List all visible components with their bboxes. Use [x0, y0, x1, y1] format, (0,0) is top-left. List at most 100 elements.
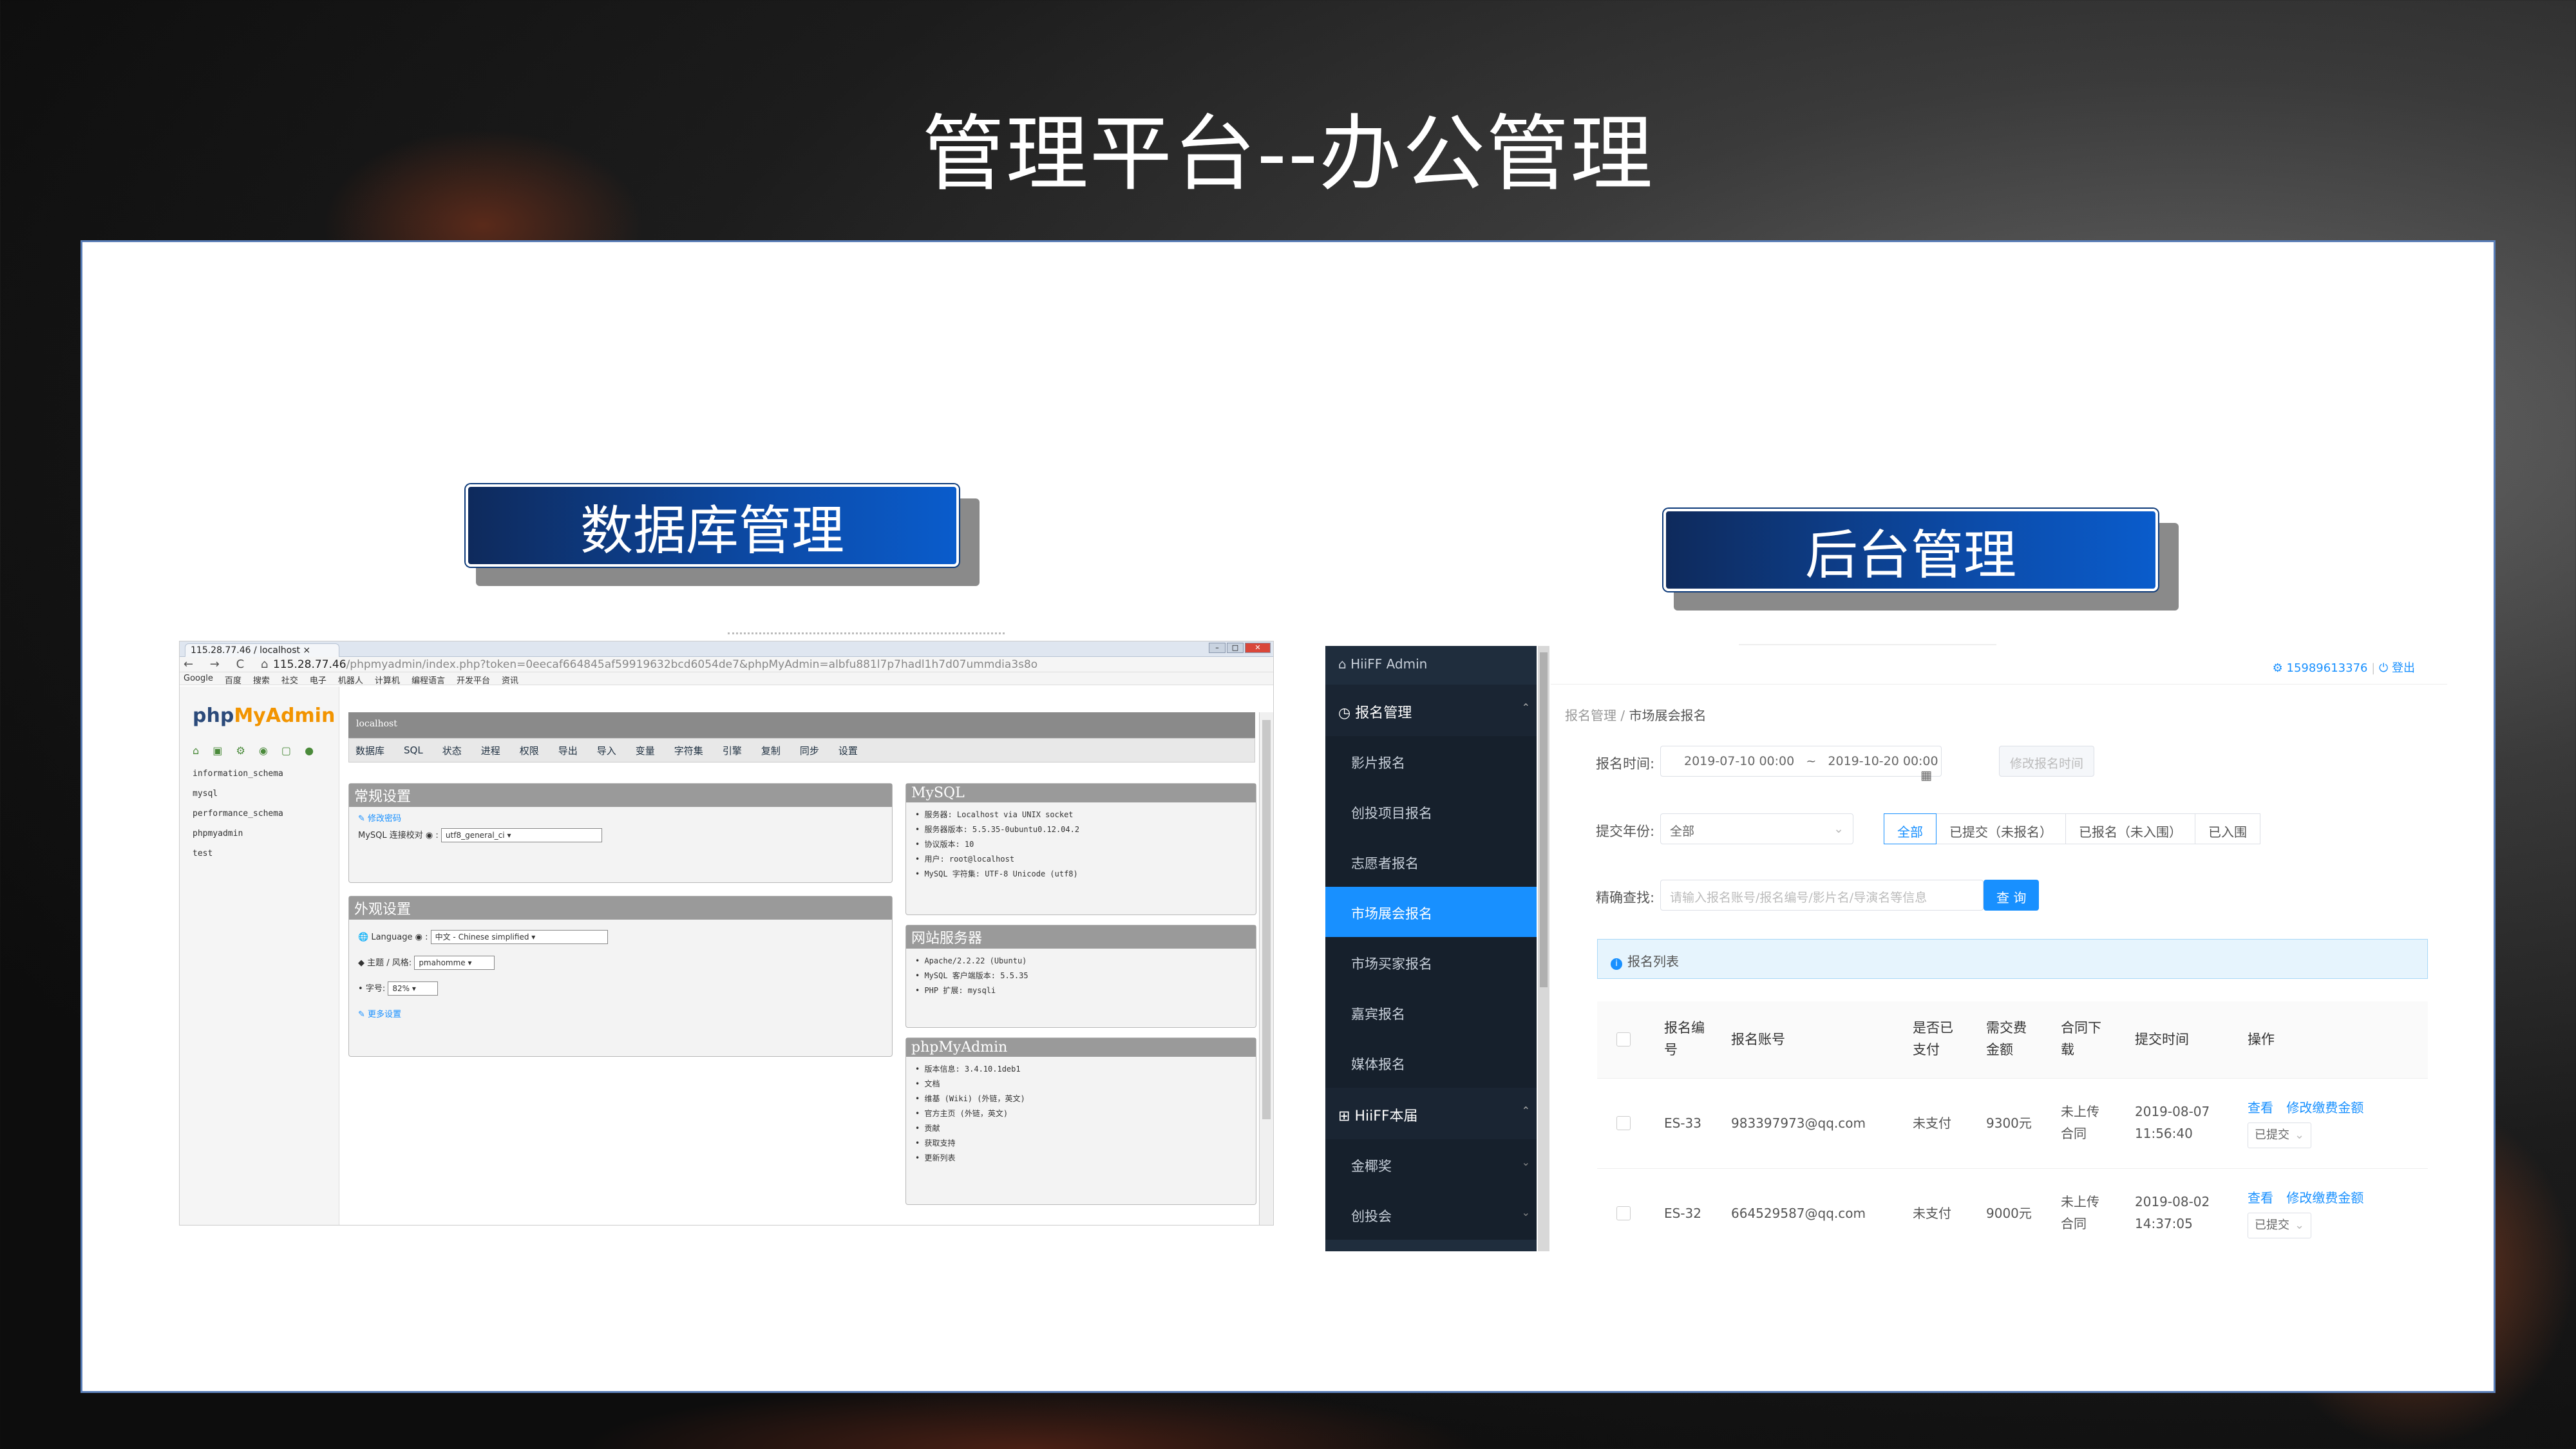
status-select[interactable]: 已提交 ⌄ [2248, 1122, 2312, 1148]
database-item[interactable]: test [193, 844, 283, 864]
sidebar-item[interactable]: 市场买家报名 [1325, 937, 1537, 987]
font-size-select[interactable]: 82% ▾ [388, 981, 439, 996]
admin-brand[interactable]: ⌂ HiiFF Admin [1325, 646, 1537, 685]
sidebar-item[interactable]: 创投项目报名 [1325, 786, 1537, 837]
info-line: • 维基 (Wiki) (外链，英文) [915, 1094, 1025, 1103]
label-text: 数据库管理 [466, 484, 959, 567]
browser-tab[interactable]: 115.28.77.46 / localhost × [185, 643, 339, 657]
logout-link[interactable]: ⏻ 登出 [2379, 661, 2415, 675]
minimize-icon[interactable]: – [1209, 643, 1226, 653]
webserver-info-list: • Apache/2.2.22 (Ubuntu) • MySQL 客户端版本: 5… [906, 949, 1256, 1003]
bookmark-item[interactable]: 计算机 [375, 674, 400, 686]
general-settings-box: 常规设置 ✎ 修改密码 MySQL 连接校对 ◉ : utf8_general_… [348, 783, 893, 883]
bookmark-item[interactable]: 搜索 [253, 674, 270, 686]
breadcrumb-root[interactable]: 报名管理 [1565, 708, 1616, 723]
select-all-checkbox[interactable] [1616, 1032, 1631, 1046]
maximize-icon[interactable]: □ [1227, 643, 1244, 653]
info-line: • 服务器: Localhost via UNIX socket [915, 810, 1074, 819]
pma-tab-item[interactable]: 权限 [520, 744, 539, 757]
status-value: 已提交 [2255, 1128, 2289, 1142]
home-icon[interactable]: ⌂ ▣ ⚙ ◉ ▢ ● [193, 744, 319, 757]
scrollbar[interactable] [1538, 646, 1549, 1251]
search-input[interactable]: 请输入报名账号/报名编号/影片名/导演名等信息 [1660, 880, 1984, 911]
phpmyadmin-screenshot: 115.28.77.46 / localhost × – □ ✕ ← → C ⌂ 1… [179, 641, 1274, 1226]
sidebar-group-current[interactable]: ⊞ HiiFF本届 ⌃ [1325, 1088, 1537, 1139]
collation-select[interactable]: utf8_general_ci ▾ [440, 828, 602, 842]
bookmark-item[interactable]: 资讯 [502, 674, 518, 686]
date-range-picker[interactable]: 2019-07-10 00:00 ~ 2019-10-20 00:00 ▦ [1660, 746, 1942, 782]
database-item[interactable]: phpmyadmin [193, 824, 283, 844]
scrollbar-thumb[interactable] [1262, 720, 1271, 1119]
info-line: • 文档 [915, 1079, 940, 1088]
pma-tab-item[interactable]: 导出 [558, 744, 578, 757]
database-item[interactable]: performance_schema [193, 804, 283, 824]
nav-icons[interactable]: ← → C ⌂ [184, 658, 274, 671]
edit-time-button[interactable]: 修改报名时间 [1999, 746, 2095, 777]
row-checkbox[interactable] [1616, 1206, 1631, 1220]
pma-tab-item[interactable]: 引擎 [723, 744, 742, 757]
bookmark-item[interactable]: 开发平台 [457, 674, 490, 686]
query-button[interactable]: 查 询 [1984, 880, 2040, 911]
info-line: • 更新列表 [915, 1153, 956, 1162]
pma-tab-item[interactable]: 导入 [597, 744, 616, 757]
sidebar-item[interactable]: 媒体报名 [1325, 1037, 1537, 1088]
pma-tab-item[interactable]: 复制 [761, 744, 781, 757]
pma-tab-item[interactable]: SQL [404, 744, 423, 756]
status-select[interactable]: 已提交 ⌄ [2248, 1213, 2312, 1238]
status-tab[interactable]: 已报名（未入围） [2065, 813, 2195, 844]
database-item[interactable]: information_schema [193, 764, 283, 784]
chevron-down-icon: ⌄ [1521, 1206, 1530, 1218]
view-link[interactable]: 查看 [2248, 1100, 2273, 1115]
list-title-bar: i 报名列表 [1597, 939, 2428, 979]
cell-paid: 未支付 [1913, 1206, 1951, 1221]
pma-logo: phpMyAdmin [193, 705, 336, 727]
language-select[interactable]: 中文 - Chinese simplified ▾ [430, 930, 608, 944]
table-row: ES-33 983397973@qq.com 未支付 9300元 未上传合同 2019-0… [1597, 1079, 2428, 1169]
row-checkbox[interactable] [1616, 1116, 1631, 1130]
sidebar-item[interactable]: 志愿者报名 [1325, 837, 1537, 887]
edit-fee-link[interactable]: 修改缴费金额 [2286, 1100, 2363, 1115]
sidebar-group-registration[interactable]: ◷ 报名管理 ⌃ [1325, 685, 1537, 736]
pma-tab-item[interactable]: 同步 [800, 744, 819, 757]
sidebar-item[interactable]: 市场展会报名 [1325, 887, 1537, 937]
pma-tab-item[interactable]: 状态 [442, 744, 462, 757]
sidebar-item[interactable]: 影片报名 [1325, 736, 1537, 786]
change-password-link[interactable]: ✎ 修改密码 [358, 812, 883, 826]
pma-info-box: phpMyAdmin • 版本信息: 3.4.10.1deb1 • 文档 • 维基 … [905, 1037, 1256, 1205]
year-select[interactable]: 全部 ⌄ [1660, 813, 1853, 844]
pma-tab-item[interactable]: 变量 [636, 744, 655, 757]
database-item[interactable]: mysql [193, 784, 283, 804]
bookmark-item[interactable]: 机器人 [338, 674, 363, 686]
view-link[interactable]: 查看 [2248, 1190, 2273, 1206]
status-tab[interactable]: 已提交（未报名） [1936, 813, 2066, 844]
more-settings-link[interactable]: ✎ 更多设置 [358, 1002, 883, 1028]
bookmark-item[interactable]: 编程语言 [412, 674, 445, 686]
sidebar-item[interactable]: 嘉宾报名 [1325, 987, 1537, 1037]
pma-tab-item[interactable]: 进程 [481, 744, 500, 757]
bookmark-item[interactable]: 百度 [225, 674, 242, 686]
pma-tab-item[interactable]: 设置 [838, 744, 858, 757]
edit-fee-link[interactable]: 修改缴费金额 [2286, 1190, 2363, 1206]
chevron-down-icon: ⌄ [1521, 1156, 1530, 1168]
breadcrumb[interactable]: localhost [348, 712, 1255, 738]
pma-main: localhost 数据库 SQL 状态 进程 权限 导出 导入 变量 字符集 引擎 复制 同步 设置 … [348, 712, 1256, 1225]
scrollbar-thumb[interactable] [1540, 652, 1548, 987]
url-text[interactable]: 115.28.77.46/phpmyadmin/index.php?token=… [273, 658, 1037, 671]
bookmark-item[interactable]: Google [184, 674, 213, 683]
pma-tab-item[interactable]: 字符集 [674, 744, 703, 757]
bookmark-item[interactable]: 电子 [310, 674, 327, 686]
status-tab[interactable]: 已入围 [2195, 813, 2260, 844]
table-row: ES-32 664529587@qq.com 未支付 9000元 未上传合同 2019-0… [1597, 1169, 2428, 1251]
address-bar[interactable]: ← → C ⌂ 115.28.77.46/phpmyadmin/index.ph… [180, 657, 1273, 672]
cell-time: 2019-08-07 11:56:40 [2135, 1101, 2210, 1144]
sidebar-item[interactable]: 金椰奖 ⌄ [1325, 1139, 1537, 1189]
cell-date: 2019-08-07 [2135, 1104, 2210, 1119]
scrollbar[interactable] [1259, 712, 1273, 1225]
close-icon[interactable]: ✕ [1245, 643, 1271, 653]
bookmark-item[interactable]: 社交 [281, 674, 298, 686]
status-tab[interactable]: 全部 [1884, 813, 1937, 844]
user-phone[interactable]: 15989613376 [2287, 661, 2368, 675]
sidebar-item[interactable]: 创投会 ⌄ [1325, 1189, 1537, 1240]
pma-tab-item[interactable]: 数据库 [355, 744, 384, 757]
theme-select[interactable]: pmahomme ▾ [414, 956, 495, 970]
